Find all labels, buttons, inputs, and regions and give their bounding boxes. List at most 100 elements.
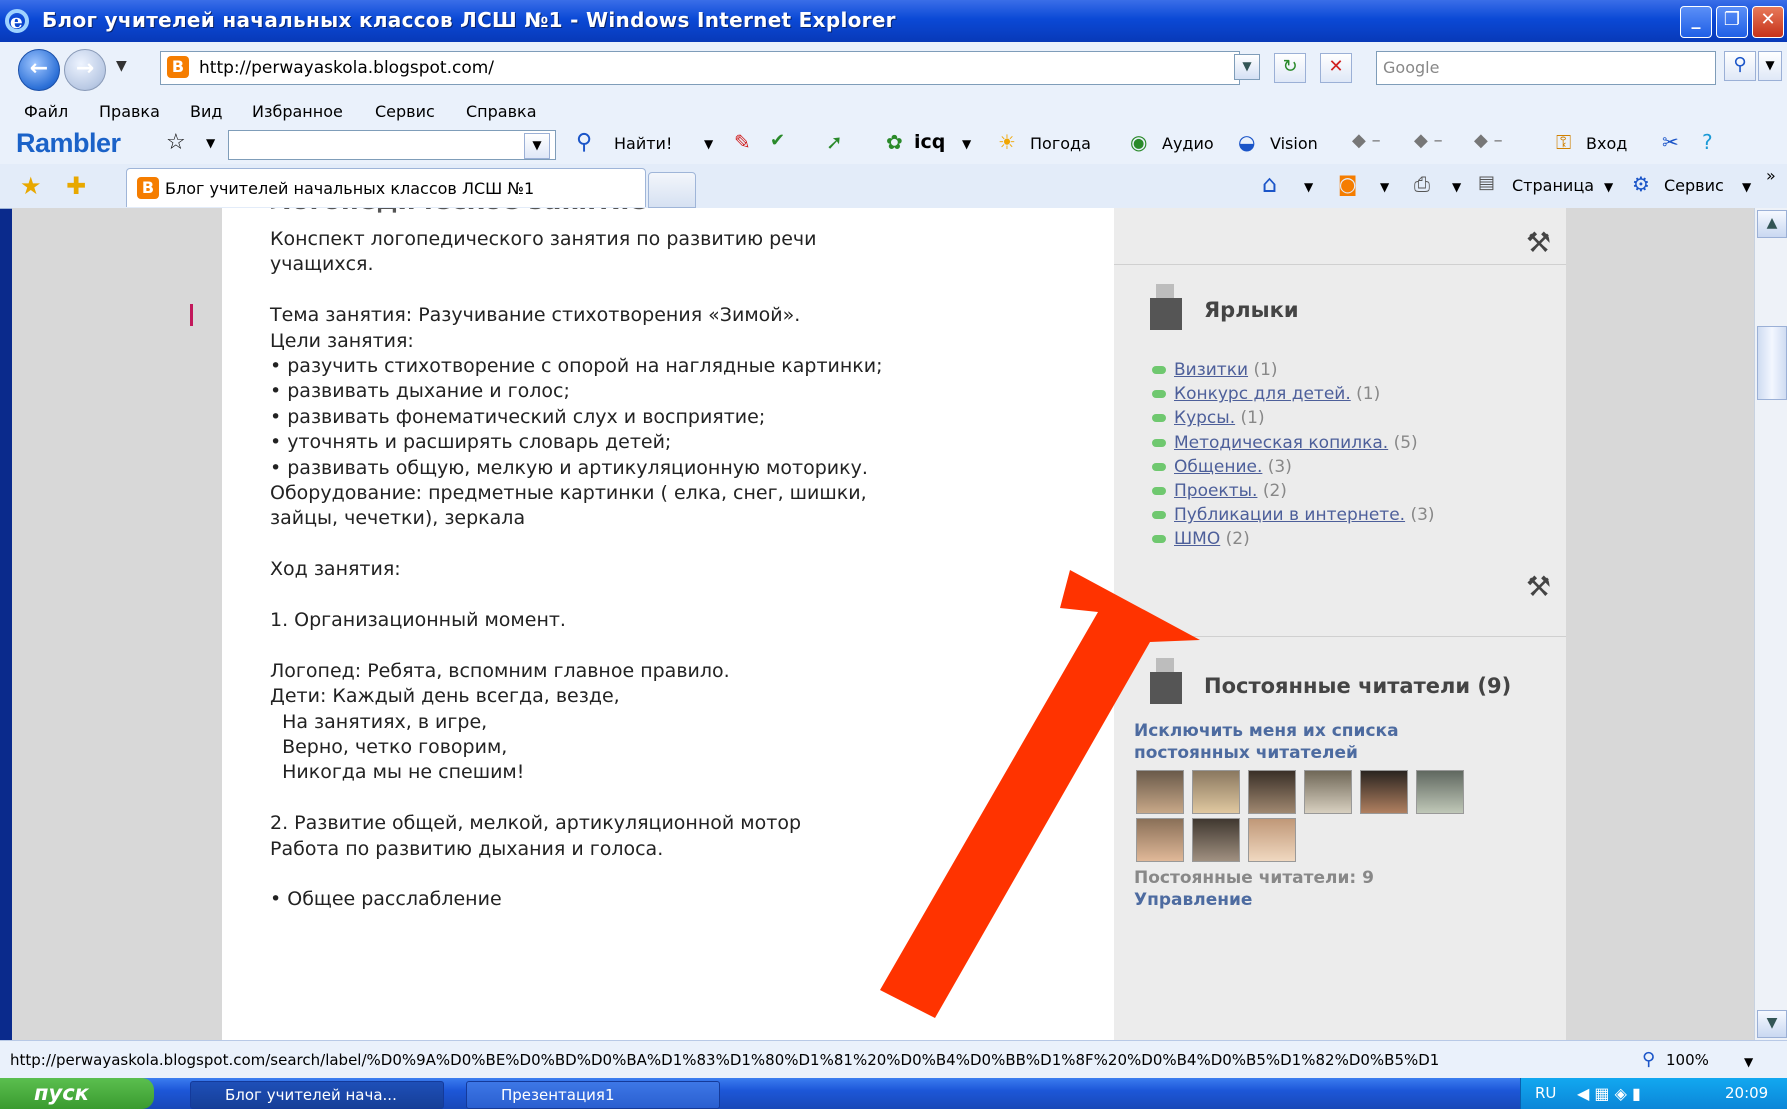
manage-link[interactable]: Управление: [1134, 890, 1252, 910]
toolbar-extra-icon-3[interactable]: ◆ –: [1474, 130, 1503, 151]
rambler-logo[interactable]: Rambler: [16, 128, 121, 159]
avatar[interactable]: [1136, 818, 1184, 862]
service-menu-button[interactable]: Сервис: [1664, 176, 1724, 195]
history-dropdown-icon[interactable]: ▼: [116, 58, 127, 74]
vision-button[interactable]: Vision: [1270, 134, 1318, 153]
new-tab-button[interactable]: [648, 172, 696, 208]
rss-dropdown-icon[interactable]: ▼: [1380, 180, 1389, 194]
highlighter-icon[interactable]: ✎: [734, 130, 751, 154]
rambler-search-input[interactable]: [228, 130, 556, 160]
audio-button[interactable]: Аудио: [1162, 134, 1214, 153]
chevron-down-icon[interactable]: ▼: [206, 136, 215, 150]
weather-button[interactable]: Погода: [1030, 134, 1091, 153]
address-dropdown-button[interactable]: ▼: [1234, 54, 1260, 80]
toolbar-extra-icon-2[interactable]: ◆ –: [1414, 130, 1443, 151]
zoom-level[interactable]: 100%: [1666, 1051, 1709, 1069]
page-menu-button[interactable]: Страница: [1512, 176, 1594, 195]
avatar[interactable]: [1248, 770, 1296, 814]
label-link[interactable]: Визитки: [1174, 360, 1248, 380]
post-line: Логопед: Ребята, вспомним главное правил…: [270, 659, 730, 682]
help-icon[interactable]: ?: [1702, 130, 1713, 154]
page-dropdown-icon[interactable]: ▼: [1604, 180, 1613, 194]
scroll-up-icon[interactable]: ▲: [1757, 210, 1787, 238]
stop-icon[interactable]: ✕: [1320, 53, 1352, 83]
scroll-down-icon[interactable]: ▼: [1757, 1010, 1787, 1038]
menu-help[interactable]: Справка: [466, 102, 537, 121]
language-indicator[interactable]: RU: [1535, 1084, 1556, 1102]
avatar[interactable]: [1416, 770, 1464, 814]
refresh-icon[interactable]: ↻: [1274, 53, 1306, 83]
star-icon[interactable]: ☆: [166, 130, 186, 155]
tab-blog[interactable]: B Блог учителей начальных классов ЛСШ №1: [126, 168, 646, 207]
avatar[interactable]: [1192, 770, 1240, 814]
menu-view[interactable]: Вид: [190, 102, 222, 121]
label-link[interactable]: ШМО: [1174, 529, 1220, 549]
back-button[interactable]: ←: [18, 49, 60, 91]
service-dropdown-icon[interactable]: ▼: [1742, 180, 1751, 194]
taskbar-ppt-button[interactable]: Презентация1: [466, 1081, 720, 1109]
start-button[interactable]: пуск: [0, 1078, 154, 1109]
avatar[interactable]: [1136, 770, 1184, 814]
label-link[interactable]: Общение.: [1174, 457, 1262, 477]
label-count: (2): [1225, 529, 1250, 550]
close-button[interactable]: ✕: [1752, 6, 1784, 38]
rss-icon[interactable]: ◙: [1338, 172, 1357, 196]
translate-icon[interactable]: ➚: [826, 130, 843, 154]
find-button[interactable]: Найти!: [614, 134, 672, 153]
home-dropdown-icon[interactable]: ▼: [1304, 180, 1313, 194]
taskbar-ie-button[interactable]: Блог учителей нача...: [190, 1081, 444, 1109]
icq-button[interactable]: icq: [914, 131, 945, 153]
sidebar: ⚒ Ярлыки Визитки (1) Конкурс для детей. (…: [1114, 208, 1566, 1040]
zoom-dropdown-icon[interactable]: ▼: [1744, 1055, 1753, 1069]
print-dropdown-icon[interactable]: ▼: [1452, 180, 1461, 194]
taskbar-ppt-label: Презентация1: [501, 1086, 615, 1104]
avatar[interactable]: [1304, 770, 1352, 814]
avatar[interactable]: [1248, 818, 1296, 862]
menu-file[interactable]: Файл: [24, 102, 68, 121]
label-bullet-icon: [1152, 438, 1166, 447]
forward-button[interactable]: →: [64, 49, 106, 91]
label-link[interactable]: Конкурс для детей.: [1174, 384, 1351, 404]
menu-favorites[interactable]: Избранное: [252, 102, 343, 121]
vertical-scrollbar[interactable]: ▲ ▼: [1754, 208, 1787, 1040]
avatar[interactable]: [1192, 818, 1240, 862]
label-link[interactable]: Курсы.: [1174, 408, 1235, 428]
minimize-button[interactable]: _: [1680, 6, 1712, 38]
search-placeholder: Google: [1383, 58, 1440, 77]
label-link[interactable]: Публикации в интернете.: [1174, 505, 1405, 525]
avatar[interactable]: [1360, 770, 1408, 814]
tab-title: Блог учителей начальных классов ЛСШ №1: [165, 179, 535, 198]
spellcheck-icon[interactable]: ✔: [770, 130, 785, 151]
rambler-dropdown-button[interactable]: ▼: [524, 133, 550, 159]
home-icon[interactable]: ⌂: [1262, 170, 1277, 198]
post-line: • развивать фонематический слух и воспри…: [270, 405, 766, 428]
add-favorites-icon[interactable]: ✚: [66, 172, 86, 200]
search-input[interactable]: Google: [1376, 51, 1716, 85]
tray-icons[interactable]: ◀ ▦ ◈ ▮: [1577, 1084, 1641, 1103]
menu-tools[interactable]: Сервис: [375, 102, 435, 121]
icq-dropdown-icon[interactable]: ▼: [962, 137, 971, 151]
label-link[interactable]: Проекты.: [1174, 481, 1257, 501]
print-icon[interactable]: ⎙: [1414, 172, 1430, 196]
address-input[interactable]: B http://perwayaskola.blogspot.com/: [160, 51, 1240, 85]
login-button[interactable]: Вход: [1586, 134, 1627, 153]
post-line: зайцы, чечетки), зеркала: [270, 507, 526, 530]
search-icon[interactable]: ⚲: [1724, 51, 1756, 81]
post-heading: Логопедическое занятие: [270, 208, 647, 216]
find-dropdown-icon[interactable]: ▼: [704, 137, 713, 151]
leave-followers-link[interactable]: Исключить меня их списка постоянных чита…: [1134, 720, 1399, 764]
label-link[interactable]: Методическая копилка.: [1174, 433, 1388, 453]
toolbar-extra-icon-1[interactable]: ◆ –: [1352, 130, 1381, 151]
favorites-star-icon[interactable]: ★: [20, 172, 42, 200]
edit-wrench-icon-2[interactable]: ⚒: [1526, 570, 1551, 603]
menu-edit[interactable]: Правка: [99, 102, 160, 121]
chevron-more-icon[interactable]: »: [1766, 166, 1776, 185]
restore-button[interactable]: ❐: [1716, 6, 1748, 38]
weather-sun-icon: ☀: [998, 130, 1016, 154]
search-options-icon[interactable]: ▼: [1758, 51, 1782, 81]
minimize-icon: _: [1691, 9, 1701, 30]
settings-tools-icon[interactable]: ✂: [1662, 130, 1679, 154]
edit-wrench-icon[interactable]: ⚒: [1526, 226, 1551, 259]
label-bullet-icon: [1152, 462, 1166, 471]
scroll-thumb[interactable]: [1757, 326, 1787, 400]
